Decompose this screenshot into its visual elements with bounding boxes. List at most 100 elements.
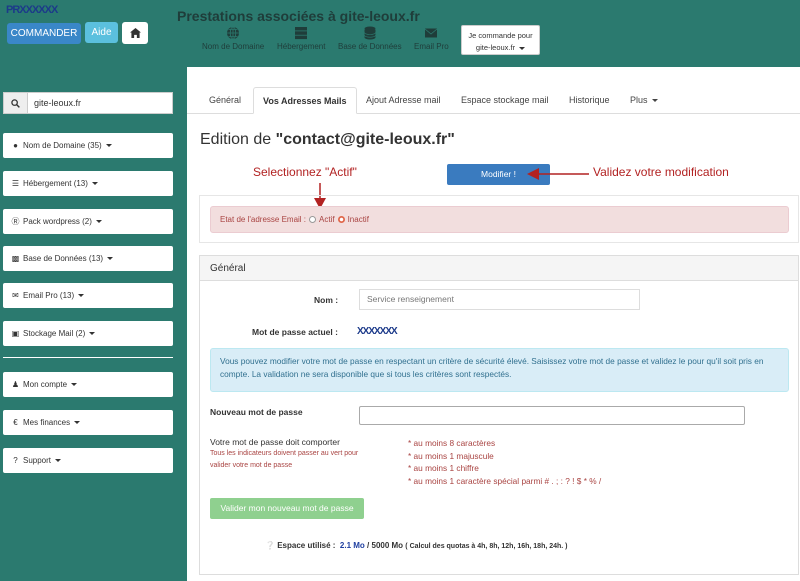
radio-actif-label: Actif — [319, 215, 335, 224]
page-title: Prestations associées à gite-leoux.fr — [177, 8, 420, 24]
commande-pour-select[interactable]: Je commande pour gite-leoux.fr — [461, 25, 540, 55]
sidebar-item-label: Nom de Domaine (35) — [23, 141, 102, 150]
sidebar-item-support[interactable]: ? Support — [3, 448, 173, 473]
caret-down-icon — [91, 182, 98, 185]
espace-total: / 5000 Mo — [367, 541, 404, 550]
topnav-label: Hébergement — [277, 42, 326, 51]
topnav-label: Base de Données — [338, 42, 402, 51]
server-icon — [295, 27, 308, 40]
sidebar-item-nom-de-domaine[interactable]: ● Nom de Domaine (35) — [3, 133, 173, 158]
tab-bar: Général Vos Adresses Mails Ajout Adresse… — [187, 87, 800, 114]
radio-inactif[interactable] — [337, 216, 345, 223]
info-alert: Vous pouvez modifier votre mot de passe … — [210, 348, 789, 392]
brand-logo: PRXXXXXX — [6, 4, 58, 16]
radio-inactif-label: Inactif — [347, 215, 369, 224]
caret-down-icon — [74, 421, 81, 424]
tab-vos-adresses-mails[interactable]: Vos Adresses Mails — [253, 87, 357, 114]
annotation-arrow-left — [527, 168, 589, 180]
envelope-icon: ✉ — [12, 291, 19, 300]
req-title: Votre mot de passe doit comporter — [210, 437, 340, 447]
annotation-validate: Validez votre modification — [593, 165, 729, 179]
commande-domain: gite-leoux.fr — [475, 43, 516, 52]
commande-label: Je commande pour — [468, 31, 533, 40]
sidebar-item-label: Base de Données (13) — [23, 254, 104, 263]
tab-historique[interactable]: Historique — [560, 87, 619, 114]
etat-label: Etat de l'adresse Email : — [220, 215, 307, 224]
envelope-icon — [425, 28, 438, 38]
edit-email: "contact@gite-leoux.fr" — [275, 131, 455, 148]
search-input[interactable] — [28, 92, 173, 114]
pwd-current-value: XXXXXXX — [357, 326, 398, 337]
valider-pwd-button[interactable]: Valider mon nouveau mot de passe — [210, 498, 364, 519]
radio-actif[interactable] — [309, 216, 317, 223]
requirements-list: * au moins 8 caractères * au moins 1 maj… — [408, 437, 601, 487]
sidebar-item-label: Mon compte — [23, 380, 68, 389]
caret-down-icon — [105, 144, 112, 147]
main-panel: Général Vos Adresses Mails Ajout Adresse… — [187, 67, 800, 581]
caret-down-icon — [78, 294, 85, 297]
sidebar-item-label: Email Pro (13) — [23, 291, 75, 300]
requirement-item: * au moins 1 chiffre — [408, 463, 479, 473]
question-icon: ? — [13, 456, 18, 465]
database-icon — [363, 26, 376, 40]
sidebar-divider — [3, 357, 173, 358]
home-icon — [129, 28, 141, 38]
annotation-select-actif: Selectionnez "Actif" — [253, 165, 357, 179]
topnav-email-pro[interactable]: Email Pro — [414, 26, 449, 51]
tab-plus[interactable]: Plus — [621, 87, 667, 114]
requirement-item: * au moins 8 caractères — [408, 438, 496, 448]
nom-input[interactable]: Service renseignement — [359, 289, 640, 310]
sidebar-item-label: Mes finances — [23, 418, 71, 427]
caret-down-icon — [71, 383, 78, 386]
caret-down-icon — [519, 46, 526, 50]
tab-ajout-adresse-mail[interactable]: Ajout Adresse mail — [357, 87, 450, 114]
globe-icon: ● — [13, 141, 18, 150]
requirement-item: * au moins 1 majuscule — [408, 450, 494, 461]
search-icon — [3, 92, 28, 114]
server-icon: ☰ — [11, 179, 20, 188]
aide-button[interactable]: Aide — [85, 22, 118, 43]
espace-label: Espace utilisé : — [277, 541, 336, 550]
caret-down-icon — [651, 99, 658, 103]
topnav-hebergement[interactable]: Hébergement — [277, 26, 325, 51]
sidebar-item-label: Hébergement (13) — [23, 179, 88, 188]
sidebar-item-pack-wordpress[interactable]: Ⓡ Pack wordpress (2) — [3, 209, 173, 234]
pwd-current-label: Mot de passe actuel : — [252, 327, 338, 337]
topnav-base-de-donnees[interactable]: Base de Données — [338, 26, 402, 51]
sidebar-item-label: Pack wordpress (2) — [23, 217, 92, 226]
user-icon: ♟ — [11, 380, 20, 389]
sidebar-item-hebergement[interactable]: ☰ Hébergement (13) — [3, 171, 173, 196]
sidebar-search — [3, 92, 173, 114]
sidebar-item-label: Stockage Mail (2) — [23, 329, 86, 338]
general-panel: Général Nom : Service renseignement Mot … — [199, 255, 799, 575]
commander-button[interactable]: COMMANDER — [7, 23, 81, 44]
etat-panel: Etat de l'adresse Email : Actif Inactif — [199, 195, 799, 243]
etat-alert: Etat de l'adresse Email : Actif Inactif — [210, 206, 789, 233]
caret-down-icon — [55, 459, 62, 462]
topnav-label: Nom de Domaine — [202, 42, 265, 51]
euro-icon: € — [13, 418, 18, 427]
new-pwd-input[interactable] — [359, 406, 745, 425]
tab-espace-stockage-mail[interactable]: Espace stockage mail — [452, 87, 558, 114]
edit-heading: Edition de "contact@gite-leoux.fr" — [200, 131, 455, 149]
database-icon: ▩ — [11, 254, 20, 263]
sidebar-item-mes-finances[interactable]: € Mes finances — [3, 410, 173, 435]
general-header: Général — [200, 256, 798, 281]
sidebar-item-email-pro[interactable]: ✉ Email Pro (13) — [3, 283, 173, 308]
espace-used: 2.1 Mo — [339, 541, 365, 550]
topnav-nom-de-domaine[interactable]: Nom de Domaine — [202, 26, 264, 51]
archive-icon: ▣ — [11, 329, 20, 338]
globe-icon — [227, 26, 240, 40]
espace-utilise: ❔ Espace utilisé : 2.1 Mo / 5000 Mo ( Ca… — [265, 541, 568, 550]
topnav-label: Email Pro — [414, 42, 449, 51]
requirement-item: * au moins 1 caractère spécial parmi # .… — [408, 475, 602, 486]
requirements-intro: Votre mot de passe doit comporter Tous l… — [210, 437, 358, 472]
sidebar-item-stockage-mail[interactable]: ▣ Stockage Mail (2) — [3, 321, 173, 346]
edit-prefix: Edition de — [200, 131, 276, 148]
tab-plus-label: Plus — [630, 95, 648, 105]
caret-down-icon — [89, 332, 96, 335]
sidebar-item-base-de-donnees[interactable]: ▩ Base de Données (13) — [3, 246, 173, 271]
tab-general[interactable]: Général — [200, 87, 250, 114]
home-button[interactable] — [122, 22, 148, 44]
sidebar-item-mon-compte[interactable]: ♟ Mon compte — [3, 372, 173, 397]
